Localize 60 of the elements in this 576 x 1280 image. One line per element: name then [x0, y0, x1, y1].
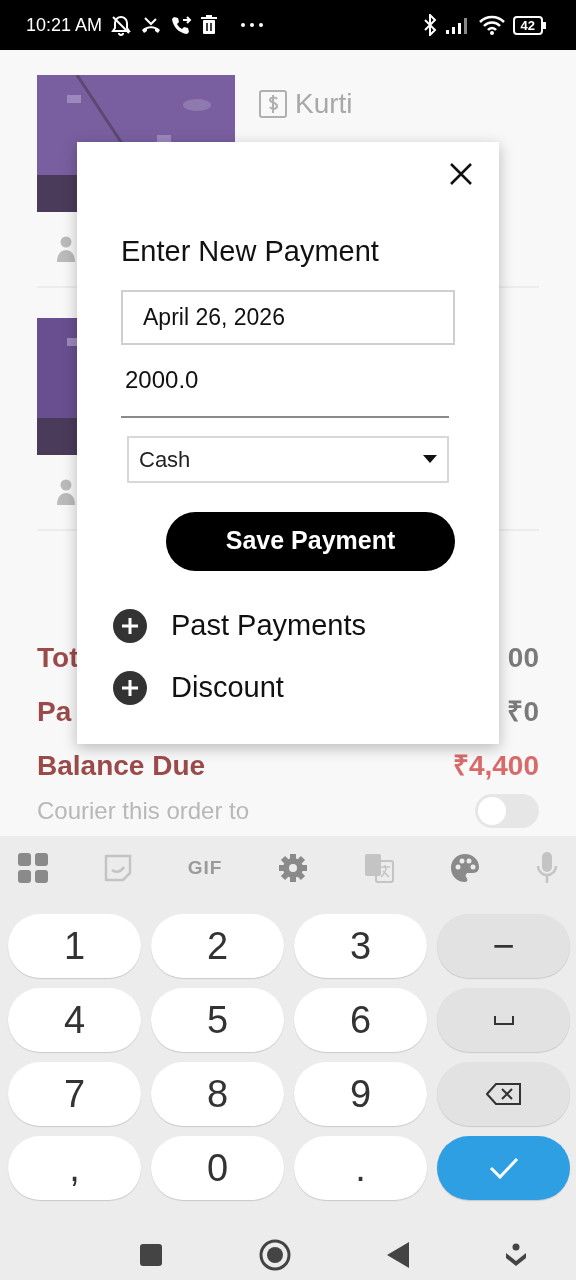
courier-toggle[interactable]: [475, 794, 539, 828]
keyboard-key[interactable]: ,: [8, 1136, 141, 1200]
hide-keyboard-button[interactable]: [505, 1243, 526, 1267]
total-value: 00: [507, 641, 539, 675]
keyboard-key[interactable]: 6: [294, 988, 427, 1052]
minus-key[interactable]: −: [437, 914, 570, 978]
dropdown-caret-icon: [423, 455, 437, 463]
total-label: Balance Due: [37, 749, 206, 783]
plus-circle-icon: [113, 608, 147, 643]
keyboard-key[interactable]: 2: [151, 914, 284, 978]
home-button[interactable]: [258, 1239, 291, 1271]
recents-button[interactable]: [140, 1244, 162, 1266]
wifi-icon: [478, 15, 505, 35]
palette-icon[interactable]: [450, 853, 481, 883]
translate-icon[interactable]: [364, 853, 395, 883]
done-key[interactable]: [437, 1136, 570, 1200]
bluetooth-icon: [422, 14, 437, 36]
more-icon: [240, 22, 265, 28]
plus-circle-icon: [113, 670, 147, 705]
dialog-title: Enter New Payment: [121, 234, 380, 269]
missed-call-icon: [140, 15, 163, 35]
call-forward-icon: [170, 14, 193, 36]
trash-icon: [200, 15, 219, 35]
apps-grid-icon[interactable]: [18, 853, 48, 883]
courier-label: Courier this order to: [37, 796, 250, 826]
battery-level-text: 42: [512, 15, 543, 35]
keyboard-key[interactable]: 5: [151, 988, 284, 1052]
keyboard-key[interactable]: 3: [294, 914, 427, 978]
backspace-icon: [485, 1082, 522, 1106]
total-label: Tot: [37, 641, 79, 675]
payment-method-select[interactable]: Cash: [127, 435, 449, 483]
backspace-key[interactable]: [437, 1062, 570, 1126]
total-value: ₹4,400: [452, 749, 539, 783]
keyboard-key[interactable]: 4: [8, 988, 141, 1052]
total-label: Pa: [37, 695, 72, 729]
expand-section-row[interactable]: Past Payments: [113, 594, 455, 657]
person-icon: [57, 236, 75, 262]
keyboard-key[interactable]: 8: [151, 1062, 284, 1126]
sticker-icon[interactable]: [103, 854, 132, 882]
expand-section-row[interactable]: Discount: [113, 656, 455, 719]
microphone-icon[interactable]: [535, 852, 558, 884]
clock-text: 10:21 AM: [26, 13, 103, 37]
save-payment-button[interactable]: Save Payment: [166, 511, 455, 571]
keyboard-key[interactable]: .: [294, 1136, 427, 1200]
space-icon: [493, 1015, 514, 1025]
total-value: ₹0: [507, 695, 539, 729]
person-icon: [57, 479, 75, 505]
date-field[interactable]: April 26, 2026: [121, 289, 455, 345]
keyboard-key[interactable]: 0: [151, 1136, 284, 1200]
dollar-tag-icon: [259, 90, 287, 118]
settings-icon[interactable]: [278, 853, 309, 883]
amount-field[interactable]: 2000.0: [121, 344, 449, 418]
product-title: Kurti: [295, 87, 353, 121]
keyboard-key[interactable]: 9: [294, 1062, 427, 1126]
checkmark-icon: [488, 1157, 519, 1179]
keyboard-key[interactable]: 1: [8, 914, 141, 978]
muted-bell-icon: [110, 14, 133, 36]
close-icon[interactable]: [449, 162, 473, 186]
back-button[interactable]: [387, 1242, 410, 1268]
keyboard-key[interactable]: 7: [8, 1062, 141, 1126]
